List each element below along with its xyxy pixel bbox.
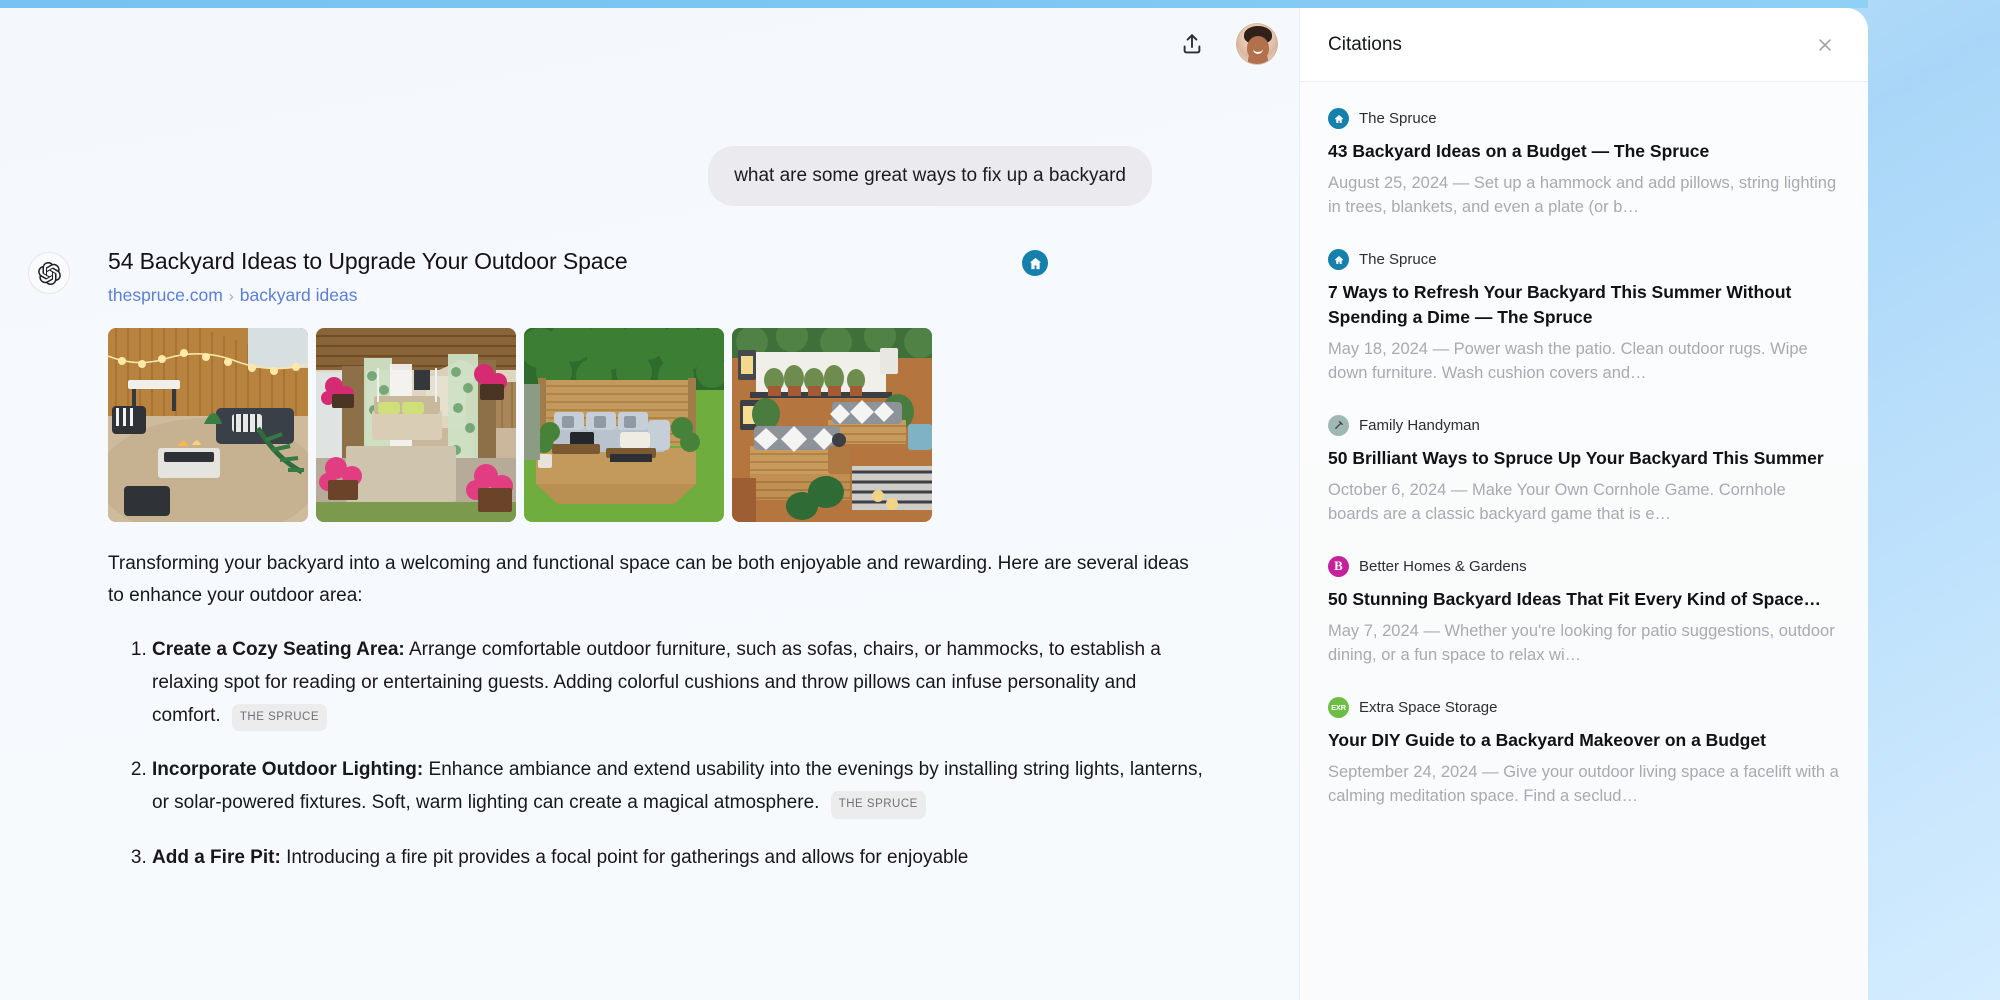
inline-citation-chip[interactable]: THE SPRUCE	[830, 790, 926, 819]
close-icon[interactable]	[1810, 30, 1840, 60]
citation-item[interactable]: The Spruce 43 Backyard Ideas on a Budget…	[1328, 108, 1840, 219]
card-title-block: 54 Backyard Ideas to Upgrade Your Outdoo…	[108, 248, 628, 306]
citation-source-row: Family Handyman	[1328, 414, 1840, 436]
house-icon[interactable]	[1022, 250, 1048, 276]
citations-list: The Spruce 43 Backyard Ideas on a Budget…	[1300, 82, 1868, 1000]
breadcrumb: thespruce.com › backyard ideas	[108, 285, 628, 306]
citation-source-row: The Spruce	[1328, 249, 1840, 270]
citation-snippet: May 18, 2024 — Power wash the patio. Cle…	[1328, 339, 1808, 382]
answer-intro-paragraph: Transforming your backyard into a welcom…	[108, 552, 1189, 606]
citation-source-name: The Spruce	[1359, 110, 1437, 127]
citation-source-row: The Spruce	[1328, 108, 1840, 129]
citation-item[interactable]: Family Handyman 50 Brilliant Ways to Spr…	[1328, 414, 1840, 526]
chat-header	[0, 8, 1300, 80]
list-item: Add a Fire Pit: Introducing a fire pit p…	[152, 842, 1208, 875]
list-item-text: Introducing a fire pit provides a focal …	[286, 846, 969, 868]
citations-header: Citations	[1300, 8, 1868, 82]
user-message-bubble: what are some great ways to fix up a bac…	[708, 146, 1152, 206]
corner-sofa-wooden-deck-thumbnail[interactable]	[524, 327, 724, 522]
citations-title: Citations	[1328, 33, 1402, 55]
citation-item[interactable]: EXR Extra Space Storage Your DIY Guide t…	[1328, 696, 1840, 808]
page-title: 54 Backyard Ideas to Upgrade Your Outdoo…	[108, 248, 628, 274]
list-item: Incorporate Outdoor Lighting: Enhance am…	[152, 754, 1208, 819]
citation-snippet: September 24, 2024 — Give your outdoor l…	[1328, 762, 1839, 805]
search-result-card: 54 Backyard Ideas to Upgrade Your Outdoo…	[108, 248, 1228, 874]
house-icon	[1328, 249, 1349, 270]
thumbnail-strip	[108, 327, 1228, 522]
citation-snippet: August 25, 2024 — Set up a hammock and a…	[1328, 173, 1837, 216]
citation-title: 43 Backyard Ideas on a Budget — The Spru…	[1328, 141, 1710, 161]
citation-source-row: EXR Extra Space Storage	[1328, 696, 1840, 718]
openai-logo-icon	[28, 252, 70, 294]
backyard-firepit-string-lights-thumbnail[interactable]	[108, 327, 308, 522]
list-item-heading: Incorporate Outdoor Lighting:	[152, 759, 424, 781]
pallet-seating-patio-thumbnail[interactable]	[732, 327, 932, 522]
pergola-swing-curtains-thumbnail[interactable]	[316, 327, 516, 522]
breadcrumb-separator: ›	[228, 287, 234, 305]
list-item-heading: Add a Fire Pit:	[152, 846, 281, 868]
citation-source-name: Better Homes & Gardens	[1359, 557, 1527, 575]
citation-source-name: Extra Space Storage	[1359, 698, 1498, 716]
list-item: Create a Cozy Seating Area: Arrange comf…	[152, 634, 1208, 732]
top-accent-strip	[0, 0, 1868, 8]
hammer-icon	[1328, 414, 1349, 436]
citation-snippet: May 7, 2024 — Whether you're looking for…	[1328, 621, 1835, 664]
answer-list: Create a Cozy Seating Area: Arrange comf…	[108, 634, 1208, 874]
chat-pane: what are some great ways to fix up a bac…	[0, 8, 1300, 1000]
avatar[interactable]	[1236, 23, 1278, 65]
inline-citation-chip[interactable]: THE SPRUCE	[231, 703, 328, 732]
house-icon	[1328, 108, 1349, 129]
citation-source-row: B Better Homes & Gardens	[1328, 555, 1840, 577]
citation-title: 50 Brilliant Ways to Spruce Up Your Back…	[1328, 447, 1824, 468]
letter-b-icon: B	[1328, 555, 1349, 577]
citation-snippet: October 6, 2024 — Make Your Own Cornhole…	[1328, 480, 1786, 523]
list-item-heading: Create a Cozy Seating Area:	[152, 639, 405, 661]
citation-source-name: Family Handyman	[1359, 416, 1480, 434]
citation-item[interactable]: B Better Homes & Gardens 50 Stunning Bac…	[1328, 555, 1840, 667]
breadcrumb-path[interactable]: backyard ideas	[240, 285, 358, 305]
citation-source-name: The Spruce	[1359, 251, 1437, 268]
citations-panel: Citations The Spruce 43 Backyard Ideas o…	[1300, 8, 1868, 1000]
card-title-row: 54 Backyard Ideas to Upgrade Your Outdoo…	[108, 248, 1228, 306]
citation-title: 7 Ways to Refresh Your Backyard This Sum…	[1328, 282, 1792, 327]
citation-title: Your DIY Guide to a Backyard Makeover on…	[1328, 729, 1766, 750]
share-upload-icon[interactable]	[1172, 24, 1212, 64]
citation-title: 50 Stunning Backyard Ideas That Fit Ever…	[1328, 588, 1822, 609]
exr-logo-icon: EXR	[1328, 696, 1349, 718]
user-message-row: what are some great ways to fix up a bac…	[0, 146, 1300, 206]
citation-item[interactable]: The Spruce 7 Ways to Refresh Your Backya…	[1328, 249, 1840, 385]
breadcrumb-domain[interactable]: thespruce.com	[108, 285, 223, 305]
assistant-response: 54 Backyard Ideas to Upgrade Your Outdoo…	[28, 248, 1228, 896]
